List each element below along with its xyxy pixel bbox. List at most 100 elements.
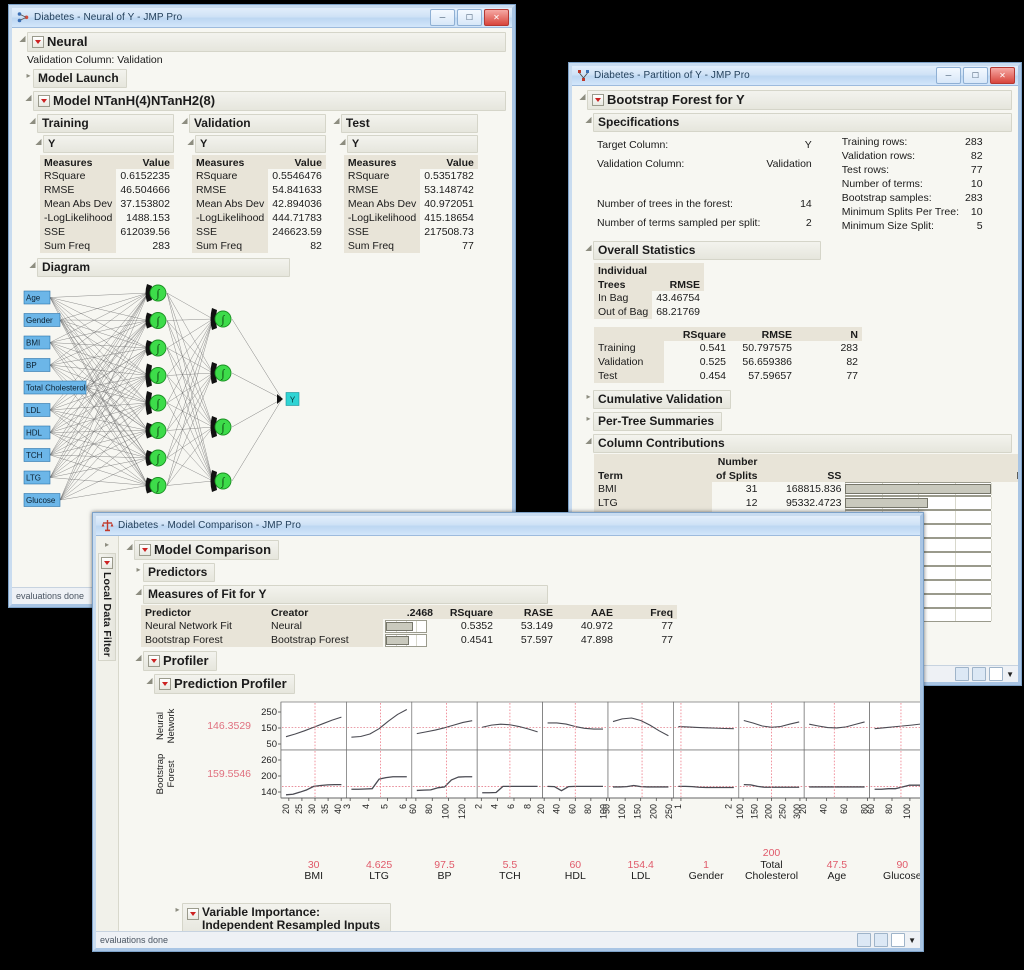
prediction-profiler-chart[interactable]: NeuralNetwork146.352925015050BootstrapFo…	[149, 696, 914, 901]
disclosure-triangle-open-icon[interactable]: ◢	[186, 135, 195, 149]
maximize-button[interactable]: ☐	[457, 9, 482, 26]
profiler-x-tick: 50	[602, 804, 612, 814]
spec-label: Number of terms:	[839, 177, 962, 191]
neural-window-controls[interactable]: ─ ☐ ✕	[430, 9, 509, 26]
disclosure-triangle-open-icon[interactable]: ◢	[28, 258, 37, 272]
diagram-outline[interactable]: ◢ Diagram	[28, 258, 506, 277]
predictors-outline[interactable]: ▸ Predictors	[134, 563, 914, 582]
script-icon[interactable]	[874, 933, 888, 947]
disclosure-triangle-closed-icon[interactable]: ▸	[173, 903, 182, 917]
disclosure-triangle-closed-icon[interactable]: ▸	[584, 390, 593, 404]
profiler-cell-gender[interactable]: 121Gender	[673, 702, 739, 882]
fit-response-outline[interactable]: ◢Y	[338, 135, 478, 153]
fit-response-label: Y	[352, 138, 359, 150]
prediction-profiler-outline[interactable]: ◢ Prediction Profiler	[145, 674, 914, 694]
partition-titlebar[interactable]: Diabetes - Partition of Y - JMP Pro ─ ☐ …	[572, 66, 1018, 86]
minimize-button[interactable]: ─	[936, 67, 961, 84]
profiler-cell-tch[interactable]: 24685.5TCH	[473, 702, 542, 882]
disclosure-triangle-open-icon[interactable]: ◢	[134, 585, 143, 599]
profiler-cell-total-cholesterol[interactable]: 100150200250300200TotalCholesterol	[735, 702, 804, 882]
fit-group-outline[interactable]: ◢Validation	[180, 114, 326, 133]
disclosure-triangle-open-icon[interactable]: ◢	[180, 114, 189, 128]
script-icon[interactable]	[972, 667, 986, 681]
chevron-down-icon[interactable]: ▼	[908, 936, 916, 945]
up-arrow-icon[interactable]	[955, 667, 969, 681]
fit-response-outline[interactable]: ◢Y	[34, 135, 174, 153]
cell: 50.797575	[730, 341, 796, 355]
disclosure-triangle-open-icon[interactable]: ◢	[145, 674, 154, 688]
red-triangle-menu-icon[interactable]	[187, 908, 199, 920]
disclosure-triangle-closed-icon[interactable]: ▸	[134, 563, 143, 577]
per-tree-summaries-outline[interactable]: ▸ Per-Tree Summaries	[584, 412, 1012, 431]
fit-response-outline[interactable]: ◢Y	[186, 135, 326, 153]
cell: 77	[796, 369, 862, 383]
disclosure-triangle-open-icon[interactable]: ◢	[584, 241, 593, 255]
disclosure-triangle-open-icon[interactable]: ◢	[28, 114, 37, 128]
svg-text:LDL: LDL	[26, 406, 41, 415]
profiler-cell-ltg[interactable]: 34564.625LTG	[342, 702, 412, 882]
red-triangle-menu-icon[interactable]	[159, 678, 171, 690]
fit-group-outline[interactable]: ◢Training	[28, 114, 174, 133]
fit-group-outline[interactable]: ◢Test	[332, 114, 478, 133]
red-triangle-menu-icon[interactable]	[139, 544, 151, 556]
page-icon[interactable]	[989, 667, 1003, 681]
close-button[interactable]: ✕	[484, 9, 509, 26]
portion-bar	[845, 496, 991, 510]
profiler-cell-bmi[interactable]: 202530354030BMI	[281, 702, 347, 882]
model-comparison-window[interactable]: Diabetes - Model Comparison - JMP Pro ─ …	[92, 512, 924, 952]
model-comparison-outline[interactable]: ◢ Model Comparison	[125, 540, 914, 560]
profiler-cell-bp[interactable]: 608010012097.5BP	[408, 702, 477, 882]
profiler-cell-hdl[interactable]: 2040608010060HDL	[536, 702, 608, 882]
profiler-x-tick: 2	[723, 804, 733, 809]
disclosure-triangle-closed-icon[interactable]: ▸	[24, 69, 33, 83]
specifications-outline[interactable]: ◢ Specifications	[584, 113, 1012, 132]
disclosure-triangle-open-icon[interactable]: ◢	[34, 135, 43, 149]
partition-window-controls[interactable]: ─ ☐ ✕	[936, 67, 1015, 84]
red-triangle-menu-icon[interactable]	[148, 655, 160, 667]
close-button[interactable]: ✕	[990, 67, 1015, 84]
profiler-cell-ldl[interactable]: 50100150200250154.4LDL	[602, 702, 674, 882]
disclosure-triangle-open-icon[interactable]: ◢	[134, 651, 143, 665]
profiler-x-tick: 120	[457, 804, 467, 819]
model-launch-outline[interactable]: ▸ Model Launch	[24, 69, 506, 88]
model-comparison-statusbar-icons[interactable]: ▼	[857, 933, 916, 947]
maximize-button[interactable]: ☐	[963, 67, 988, 84]
neural-outline[interactable]: ◢ Neural	[18, 32, 506, 52]
disclosure-triangle-open-icon[interactable]: ◢	[125, 540, 134, 554]
cumulative-validation-outline[interactable]: ▸ Cumulative Validation	[584, 390, 1012, 409]
disclosure-triangle-open-icon[interactable]: ◢	[24, 91, 33, 105]
bootstrap-forest-outline[interactable]: ◢ Bootstrap Forest for Y	[578, 90, 1012, 110]
red-triangle-menu-icon[interactable]	[32, 36, 44, 48]
measures-of-fit-outline[interactable]: ◢ Measures of Fit for Y	[134, 585, 914, 604]
red-triangle-menu-icon[interactable]	[101, 557, 113, 569]
red-triangle-menu-icon[interactable]	[38, 95, 50, 107]
up-arrow-icon[interactable]	[857, 933, 871, 947]
chevron-down-icon[interactable]: ▼	[1006, 670, 1014, 679]
neural-titlebar[interactable]: Diabetes - Neural of Y - JMP Pro ─ ☐ ✕	[12, 8, 512, 28]
measure-name: RMSE	[40, 183, 116, 197]
red-triangle-menu-icon[interactable]	[592, 94, 604, 106]
local-data-filter-panel[interactable]: ▸ Local Data Filter	[96, 536, 119, 931]
disclosure-triangle-open-icon[interactable]: ◢	[332, 114, 341, 128]
profiler-outline[interactable]: ◢ Profiler	[134, 651, 914, 671]
disclosure-triangle-open-icon[interactable]: ◢	[18, 32, 27, 46]
column-contributions-outline[interactable]: ◢ Column Contributions	[584, 434, 1012, 453]
column-header: .2468	[383, 605, 437, 619]
diagram-input-node: LDL	[24, 404, 50, 417]
minimize-button[interactable]: ─	[430, 9, 455, 26]
model-outline[interactable]: ◢ Model NTanH(4)NTanH2(8)	[24, 91, 506, 111]
disclosure-triangle-open-icon[interactable]: ◢	[584, 113, 593, 127]
profiler-cell-glucose[interactable]: 608010012090Glucose	[866, 702, 920, 882]
disclosure-triangle-open-icon[interactable]: ◢	[338, 135, 347, 149]
partition-statusbar-icons[interactable]: ▼	[955, 667, 1014, 681]
page-icon[interactable]	[891, 933, 905, 947]
overall-statistics-outline[interactable]: ◢ Overall Statistics	[584, 241, 1012, 260]
disclosure-triangle-open-icon[interactable]: ◢	[578, 90, 587, 104]
profiler-cell-age[interactable]: 2040608047.5Age	[798, 702, 869, 882]
disclosure-triangle-closed-icon[interactable]: ▸	[105, 540, 109, 549]
profiler-x-tick: 1	[673, 804, 683, 809]
disclosure-triangle-closed-icon[interactable]: ▸	[584, 412, 593, 426]
disclosure-triangle-open-icon[interactable]: ◢	[584, 434, 593, 448]
model-comparison-titlebar[interactable]: Diabetes - Model Comparison - JMP Pro ─ …	[96, 516, 920, 536]
variable-importance-outline[interactable]: ▸ Variable Importance: Independent Resam…	[173, 903, 914, 931]
